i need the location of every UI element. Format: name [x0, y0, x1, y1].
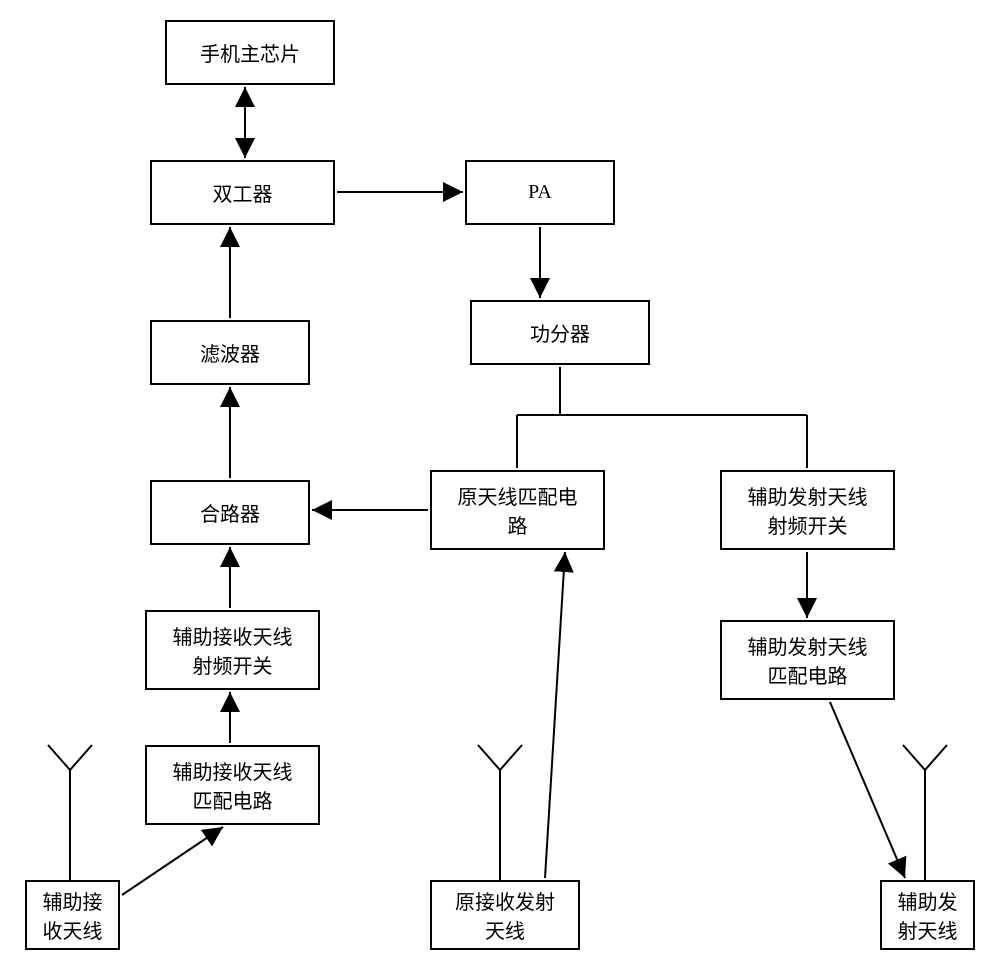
aux-rx-match-block: 辅助接收天线 匹配电路 [145, 745, 320, 825]
orig-match-label: 原天线匹配电 路 [458, 481, 578, 539]
aux-tx-antenna-block: 辅助发 射天线 [880, 880, 975, 950]
orig-match-block: 原天线匹配电 路 [430, 470, 605, 550]
combiner-block: 合路器 [150, 480, 310, 545]
splitter-block: 功分器 [470, 300, 650, 365]
orig-antenna-icon [470, 740, 530, 880]
aux-tx-match-label: 辅助发射天线 匹配电路 [748, 631, 868, 689]
aux-rx-antenna-block: 辅助接 收天线 [25, 880, 120, 950]
filter-label: 滤波器 [200, 338, 260, 367]
aux-rx-switch-block: 辅助接收天线 射频开关 [145, 610, 320, 690]
duplexer-label: 双工器 [213, 178, 273, 207]
aux-rx-switch-label: 辅助接收天线 射频开关 [173, 621, 293, 679]
splitter-label: 功分器 [530, 318, 590, 347]
aux-rx-antenna-label: 辅助接 收天线 [43, 886, 103, 944]
filter-block: 滤波器 [150, 320, 310, 385]
aux-tx-antenna-icon [895, 740, 955, 880]
duplexer-block: 双工器 [150, 160, 335, 225]
orig-antenna-block: 原接收发射 天线 [430, 880, 580, 950]
aux-rx-antenna-icon [40, 740, 100, 880]
aux-rx-match-label: 辅助接收天线 匹配电路 [173, 756, 293, 814]
aux-tx-switch-label: 辅助发射天线 射频开关 [748, 481, 868, 539]
aux-tx-antenna-label: 辅助发 射天线 [898, 886, 958, 944]
aux-tx-switch-block: 辅助发射天线 射频开关 [720, 470, 895, 550]
main-chip-block: 手机主芯片 [165, 20, 335, 85]
pa-label: PA [528, 181, 552, 204]
orig-antenna-label: 原接收发射 天线 [455, 886, 555, 944]
combiner-label: 合路器 [200, 498, 260, 527]
pa-block: PA [465, 160, 615, 225]
main-chip-label: 手机主芯片 [200, 38, 300, 67]
aux-tx-match-block: 辅助发射天线 匹配电路 [720, 620, 895, 700]
